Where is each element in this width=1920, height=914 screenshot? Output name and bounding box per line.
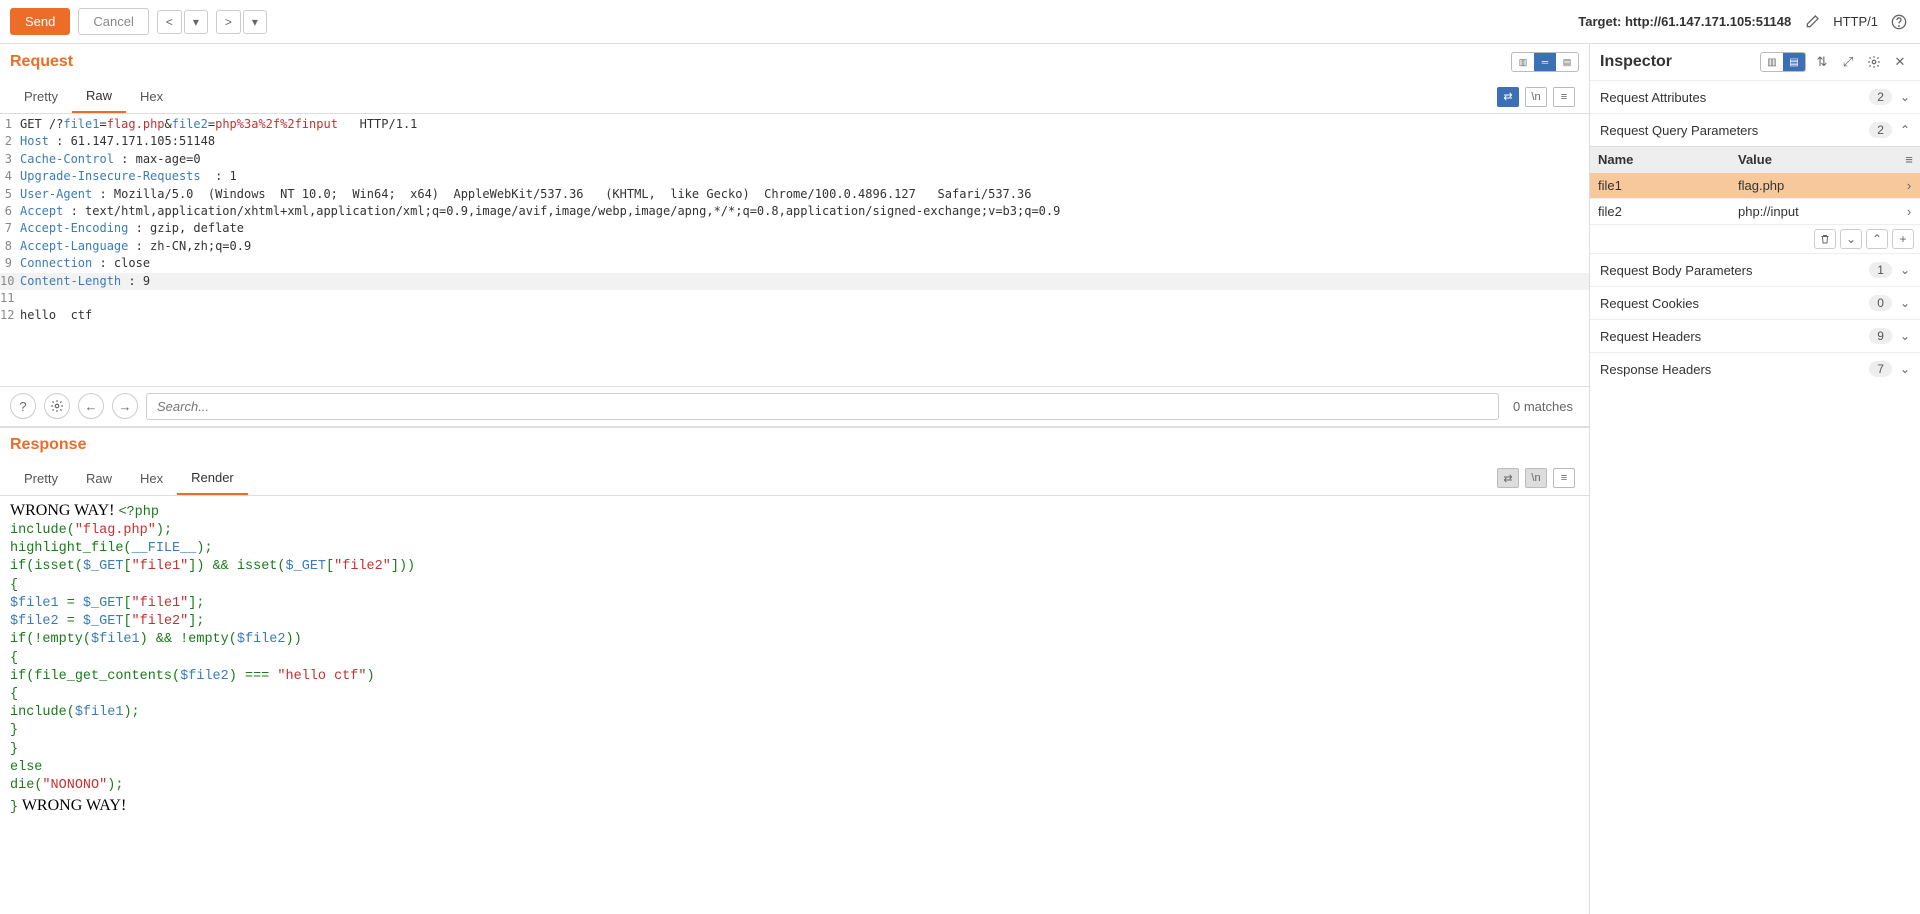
- add-param-button[interactable]: +: [1892, 229, 1914, 249]
- response-render: WRONG WAY! <?php include("flag.php"); hi…: [0, 496, 1589, 914]
- resp-tab-render[interactable]: Render: [177, 462, 248, 495]
- inspector-title: Inspector: [1600, 53, 1672, 71]
- line-number: 4: [0, 168, 18, 185]
- chevron-down-icon: ⌄: [1900, 90, 1910, 104]
- wrap-toggle[interactable]: ⇄: [1497, 87, 1519, 107]
- chevron-down-icon: ⌄: [1900, 329, 1910, 343]
- line-number: 2: [0, 133, 18, 150]
- help-icon[interactable]: [1888, 11, 1910, 33]
- line-number: 7: [0, 220, 18, 237]
- response-title: Response: [10, 436, 86, 454]
- prev-match-button[interactable]: ←: [78, 393, 104, 419]
- resp-menu-icon[interactable]: ≡: [1553, 468, 1575, 488]
- section-response-headers[interactable]: Response Headers 7 ⌄: [1590, 352, 1920, 385]
- line-number: 5: [0, 186, 18, 203]
- param-header-row: Name Value ≡: [1590, 147, 1920, 173]
- filter-icon[interactable]: ⇅: [1812, 52, 1832, 72]
- chevron-down-icon: ⌄: [1900, 296, 1910, 310]
- tab-hex[interactable]: Hex: [126, 81, 177, 112]
- editor-line[interactable]: 9Connection : close: [0, 255, 1589, 272]
- history-forward-menu[interactable]: ▾: [243, 10, 267, 34]
- request-editor[interactable]: 1GET /?file1=flag.php&file2=php%3a%2f%2f…: [0, 114, 1589, 386]
- param-row[interactable]: file2php://input›: [1590, 199, 1920, 225]
- chevron-down-icon: ⌄: [1900, 263, 1910, 277]
- tab-pretty[interactable]: Pretty: [10, 81, 72, 112]
- gear-icon[interactable]: [1864, 52, 1884, 72]
- edit-target-icon[interactable]: [1801, 11, 1823, 33]
- line-number: 1: [0, 116, 18, 133]
- editor-line[interactable]: 8Accept-Language : zh-CN,zh;q=0.9: [0, 238, 1589, 255]
- editor-line[interactable]: 7Accept-Encoding : gzip, deflate: [0, 220, 1589, 237]
- line-number: 6: [0, 203, 18, 220]
- editor-line[interactable]: 5User-Agent : Mozilla/5.0 (Windows NT 10…: [0, 186, 1589, 203]
- section-cookies[interactable]: Request Cookies 0 ⌄: [1590, 286, 1920, 319]
- history-back-button[interactable]: <: [157, 10, 182, 34]
- match-count: 0 matches: [1507, 399, 1579, 414]
- delete-param-button[interactable]: [1814, 229, 1836, 249]
- resp-tab-hex[interactable]: Hex: [126, 463, 177, 494]
- line-number: 8: [0, 238, 18, 255]
- resp-wrap-toggle[interactable]: ⇄: [1497, 468, 1519, 488]
- request-layout-toggle[interactable]: ▥═▤: [1511, 52, 1579, 72]
- inspector-layout-toggle[interactable]: ▥▤: [1760, 52, 1806, 72]
- section-request-attributes[interactable]: Request Attributes 2 ⌄: [1590, 80, 1920, 113]
- editor-line[interactable]: 6Accept : text/html,application/xhtml+xm…: [0, 203, 1589, 220]
- param-value: flag.php: [1730, 173, 1898, 198]
- line-number: 3: [0, 151, 18, 168]
- line-number: 11: [0, 290, 18, 307]
- move-up-button[interactable]: ⌃: [1866, 229, 1888, 249]
- resp-newline-toggle[interactable]: \n: [1525, 468, 1547, 488]
- chevron-right-icon[interactable]: ›: [1898, 173, 1920, 198]
- editor-line[interactable]: 2Host : 61.147.171.105:51148: [0, 133, 1589, 150]
- move-down-button[interactable]: ⌄: [1840, 229, 1862, 249]
- column-config-icon[interactable]: ≡: [1898, 147, 1920, 172]
- send-button[interactable]: Send: [10, 8, 70, 35]
- editor-line[interactable]: 3Cache-Control : max-age=0: [0, 151, 1589, 168]
- menu-icon[interactable]: ≡: [1553, 87, 1575, 107]
- section-request-headers[interactable]: Request Headers 9 ⌄: [1590, 319, 1920, 352]
- search-input[interactable]: [146, 393, 1499, 420]
- tab-raw[interactable]: Raw: [72, 80, 126, 113]
- history-forward-button[interactable]: >: [216, 10, 241, 34]
- editor-line[interactable]: 12hello ctf: [0, 307, 1589, 324]
- close-icon[interactable]: ✕: [1890, 52, 1910, 72]
- next-match-button[interactable]: →: [112, 393, 138, 419]
- param-name: file1: [1590, 173, 1730, 198]
- newline-toggle[interactable]: \n: [1525, 87, 1547, 107]
- settings-icon[interactable]: [44, 393, 70, 419]
- chevron-up-icon: ⌃: [1900, 123, 1910, 137]
- editor-line[interactable]: 11: [0, 290, 1589, 307]
- http-version-label: HTTP/1: [1833, 14, 1878, 29]
- help-icon[interactable]: ?: [10, 393, 36, 419]
- cancel-button[interactable]: Cancel: [78, 8, 148, 35]
- param-name: file2: [1590, 199, 1730, 224]
- render-text-2: WRONG WAY!: [18, 797, 126, 814]
- editor-line[interactable]: 1GET /?file1=flag.php&file2=php%3a%2f%2f…: [0, 116, 1589, 133]
- history-back-menu[interactable]: ▾: [184, 10, 208, 34]
- request-title: Request: [10, 53, 73, 71]
- line-number: 9: [0, 255, 18, 272]
- param-row[interactable]: file1flag.php›: [1590, 173, 1920, 199]
- expand-icon[interactable]: ⤢: [1838, 52, 1858, 72]
- target-label: Target: http://61.147.171.105:51148: [1578, 14, 1791, 29]
- chevron-down-icon: ⌄: [1900, 362, 1910, 376]
- editor-line[interactable]: 10Content-Length : 9: [0, 273, 1589, 290]
- chevron-right-icon[interactable]: ›: [1898, 199, 1920, 224]
- line-number: 12: [0, 307, 18, 324]
- line-number: 10: [0, 273, 18, 290]
- editor-line[interactable]: 4Upgrade-Insecure-Requests : 1: [0, 168, 1589, 185]
- render-text: WRONG WAY!: [10, 502, 118, 519]
- resp-tab-pretty[interactable]: Pretty: [10, 463, 72, 494]
- section-body-params[interactable]: Request Body Parameters 1 ⌄: [1590, 253, 1920, 286]
- section-query-params[interactable]: Request Query Parameters 2 ⌃: [1590, 113, 1920, 146]
- resp-tab-raw[interactable]: Raw: [72, 463, 126, 494]
- param-value: php://input: [1730, 199, 1898, 224]
